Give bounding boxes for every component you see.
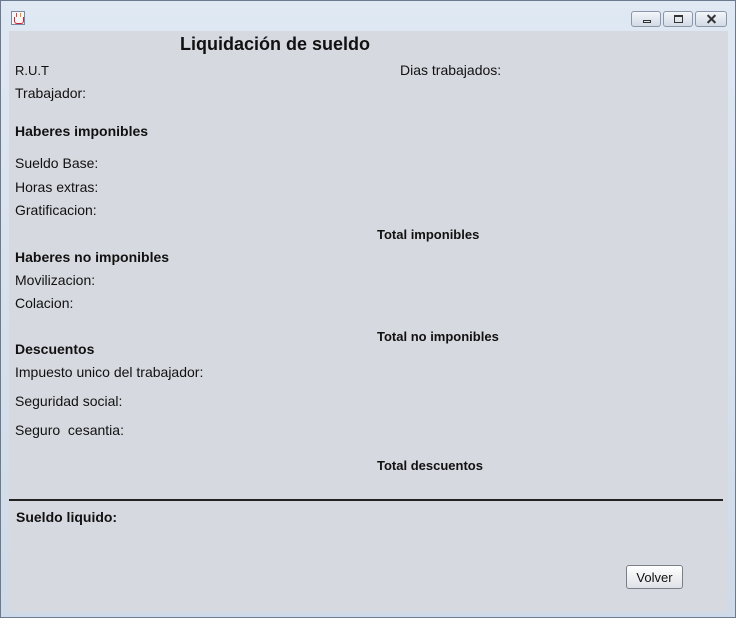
haberes-imponibles-heading: Haberes imponibles [15, 123, 149, 139]
haberes-no-imponibles-heading: Haberes no imponibles [15, 249, 170, 265]
horas-extras-label: Horas extras: [15, 179, 99, 195]
descuentos-heading: Descuentos [15, 341, 95, 357]
close-icon [696, 12, 726, 26]
trabajador-label: Trabajador: [15, 85, 87, 101]
content-panel: Liquidación de sueldo R.U.T Dias trabaja… [9, 31, 728, 612]
seguro-cesantia-label: Seguro cesantia: [15, 422, 124, 438]
impuesto-unico-label: Impuesto unico del trabajador: [15, 364, 204, 380]
liquidacion-window: Liquidación de sueldo R.U.T Dias trabaja… [0, 0, 736, 618]
total-imponibles-label: Total imponibles [377, 227, 480, 242]
minimize-button[interactable] [631, 11, 661, 27]
gratificacion-label: Gratificacion: [15, 202, 97, 218]
sueldo-liquido-label: Sueldo liquido: [16, 509, 118, 525]
separator-line [9, 499, 723, 501]
dias-trabajados-label: Dias trabajados: [400, 62, 502, 78]
seguridad-social-label: Seguridad social: [15, 393, 123, 409]
volver-button[interactable]: Volver [626, 565, 683, 589]
close-button[interactable] [695, 11, 727, 27]
page-title: Liquidación de sueldo [180, 34, 371, 54]
title-bar[interactable] [1, 1, 735, 31]
java-app-icon[interactable] [11, 11, 25, 25]
movilizacion-label: Movilizacion: [15, 272, 96, 288]
total-descuentos-label: Total descuentos [377, 458, 483, 473]
maximize-icon [664, 12, 692, 26]
sueldo-base-label: Sueldo Base: [15, 155, 99, 171]
colacion-label: Colacion: [15, 295, 74, 311]
maximize-button[interactable] [663, 11, 693, 27]
rut-label: R.U.T [15, 63, 49, 78]
minimize-icon [632, 12, 660, 26]
total-no-imponibles-label: Total no imponibles [377, 329, 499, 344]
